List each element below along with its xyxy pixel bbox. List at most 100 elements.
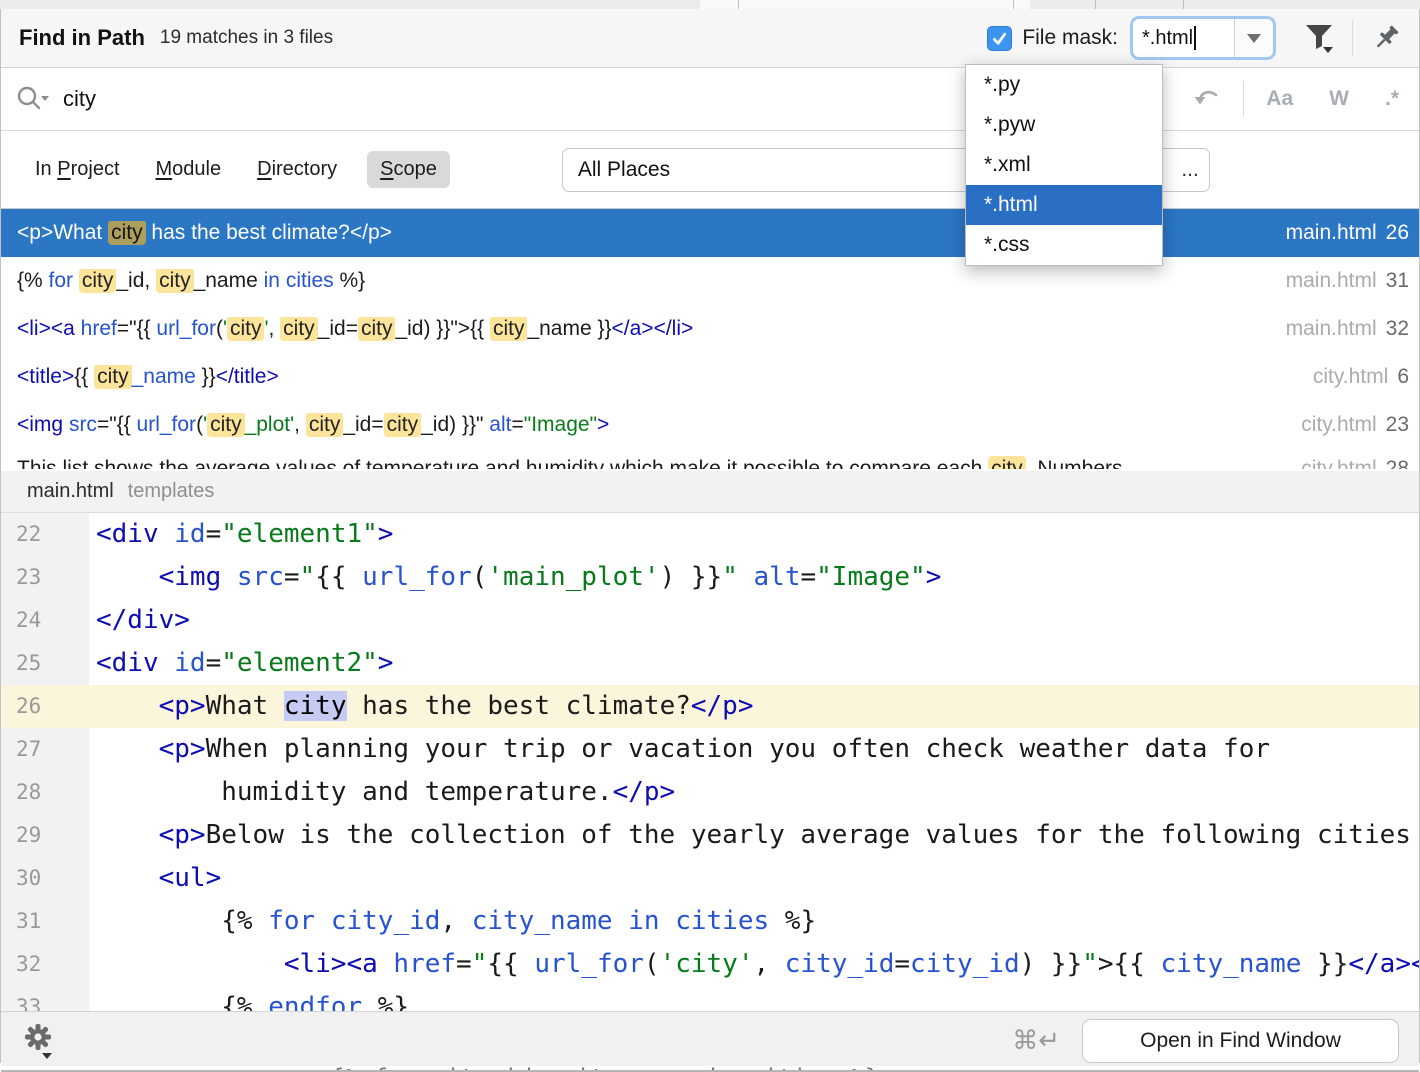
code-token: , — [440, 906, 471, 936]
code-token: "element2" — [221, 648, 378, 678]
result-text: This list shows the average values of te… — [17, 449, 1289, 469]
file-mask-option[interactable]: *.html — [966, 185, 1162, 225]
words-toggle[interactable]: W — [1329, 87, 1349, 111]
header-separator — [1352, 20, 1353, 56]
code-token: _name — [527, 317, 591, 340]
code-line[interactable]: 31 {% for city_id, city_name in cities %… — [1, 900, 1419, 943]
match-case-toggle[interactable]: Aa — [1266, 87, 1293, 111]
result-text: <title>{{ city_name }}</title> — [17, 365, 1301, 389]
code-token: > — [378, 648, 394, 678]
search-icon[interactable] — [15, 84, 49, 114]
code-token — [96, 949, 284, 979]
code-token: %} — [378, 992, 409, 1011]
code-line[interactable]: 27 <p>When planning your trip or vacatio… — [1, 728, 1419, 771]
tab-in-project[interactable]: In Project — [29, 151, 126, 188]
code-token — [96, 863, 159, 893]
code-token: city_id — [785, 949, 895, 979]
search-result-row[interactable]: <img src="{{ url_for('city_plot', city_i… — [1, 401, 1419, 449]
pin-icon[interactable] — [1371, 23, 1401, 53]
code-token: ( — [472, 562, 488, 592]
tab-directory[interactable]: Directory — [251, 151, 343, 188]
search-options-separator — [1243, 81, 1244, 117]
search-row: city × Aa W .* — [1, 68, 1419, 131]
code-token: url_for — [534, 949, 644, 979]
code-token — [96, 691, 159, 721]
match-highlight: city — [306, 413, 344, 437]
result-filename: main.html — [1286, 317, 1377, 340]
result-file-label: main.html32 — [1286, 317, 1409, 341]
code-preview-editor[interactable]: 22<div id="element1">23 <img src="{{ url… — [1, 513, 1419, 1011]
code-token: city_name — [1161, 949, 1302, 979]
code-line[interactable]: 28 humidity and temperature.</p> — [1, 771, 1419, 814]
search-result-row[interactable]: <li><a href="{{ url_for('city', city_id=… — [1, 305, 1419, 353]
code-token: {{ — [315, 562, 362, 592]
code-line[interactable]: 29 <p>Below is the collection of the yea… — [1, 814, 1419, 857]
line-number: 22 — [1, 513, 89, 556]
code-token: What — [206, 691, 284, 721]
search-history-icon[interactable] — [1191, 86, 1221, 112]
code-text: humidity and temperature.</p> — [89, 771, 675, 814]
code-token: </p> — [613, 777, 676, 807]
file-mask-option[interactable]: *.css — [966, 225, 1162, 265]
tab-module[interactable]: Module — [150, 151, 228, 188]
search-result-row[interactable]: This list shows the average values of te… — [1, 449, 1419, 469]
result-filename: city.html — [1301, 413, 1376, 436]
scope-value: All Places — [578, 158, 670, 182]
file-mask-checkbox[interactable] — [987, 26, 1012, 51]
code-token: <ul> — [159, 863, 222, 893]
search-result-row[interactable]: <p>What city has the best climate?</p>ma… — [1, 209, 1419, 257]
chevron-down-icon — [1247, 34, 1261, 43]
code-text: <p>Below is the collection of the yearly… — [89, 814, 1411, 857]
search-result-row[interactable]: <title>{{ city_name }}</title>city.html6 — [1, 353, 1419, 401]
file-mask-combobox[interactable]: *.html — [1130, 16, 1276, 60]
code-token: 'city' — [660, 949, 754, 979]
code-line[interactable]: 22<div id="element1"> — [1, 513, 1419, 556]
code-token — [96, 820, 159, 850]
scope-tabs-row: In Project Module Directory Scope All Pl… — [1, 131, 1419, 209]
code-token: url_for — [362, 562, 472, 592]
code-token — [738, 562, 754, 592]
code-line[interactable]: 33 {% endfor %} — [1, 986, 1419, 1011]
code-token: city_name — [472, 906, 629, 936]
code-line[interactable]: 25<div id="element2"> — [1, 642, 1419, 685]
code-token: _id — [116, 269, 144, 292]
code-text: <p>When planning your trip or vacation y… — [89, 728, 1270, 771]
regex-toggle[interactable]: .* — [1385, 87, 1399, 111]
file-mask-option[interactable]: *.xml — [966, 145, 1162, 185]
code-text: <ul> — [89, 857, 221, 900]
browse-scopes-button[interactable]: ... — [1181, 158, 1199, 182]
filter-icon[interactable] — [1304, 22, 1334, 54]
code-line[interactable]: 24</div> — [1, 599, 1419, 642]
file-mask-dropdown-button[interactable] — [1234, 19, 1273, 57]
file-mask-input[interactable]: *.html — [1133, 19, 1234, 57]
code-token: cities — [675, 906, 785, 936]
code-token: has the best climate? — [146, 221, 350, 244]
code-token: }} — [592, 317, 612, 340]
code-token: = — [800, 562, 816, 592]
code-token: </p> — [691, 691, 754, 721]
selection-highlight: city — [284, 691, 347, 721]
result-filename: main.html — [1286, 269, 1377, 292]
code-token: = — [284, 562, 300, 592]
match-highlight: city — [79, 269, 117, 293]
code-line[interactable]: 30 <ul> — [1, 857, 1419, 900]
code-line[interactable]: 32 <li><a href="{{ url_for('city', city_… — [1, 943, 1419, 986]
line-number: 27 — [1, 728, 89, 771]
file-mask-dropdown-list: *.py*.pyw*.xml*.html*.css — [965, 64, 1163, 266]
code-token: <img — [159, 562, 237, 592]
file-mask-option[interactable]: *.pyw — [966, 105, 1162, 145]
code-token: ( — [196, 413, 203, 436]
open-in-find-window-button[interactable]: Open in Find Window — [1082, 1019, 1399, 1063]
file-mask-option[interactable]: *.py — [966, 65, 1162, 105]
code-line[interactable]: 23 <img src="{{ url_for('main_plot') }}"… — [1, 556, 1419, 599]
line-number: 31 — [1, 900, 89, 943]
gear-icon[interactable] — [21, 1021, 55, 1061]
line-number: 23 — [1, 556, 89, 599]
code-token: "Image" — [816, 562, 926, 592]
tab-scope[interactable]: Scope — [367, 151, 450, 188]
line-number: 25 — [1, 642, 89, 685]
search-result-row[interactable]: {% for city_id, city_name in cities %}ma… — [1, 257, 1419, 305]
code-token: , — [144, 269, 156, 292]
code-token: </p> — [350, 221, 392, 244]
code-line[interactable]: 26 <p>What city has the best climate?</p… — [1, 685, 1419, 728]
